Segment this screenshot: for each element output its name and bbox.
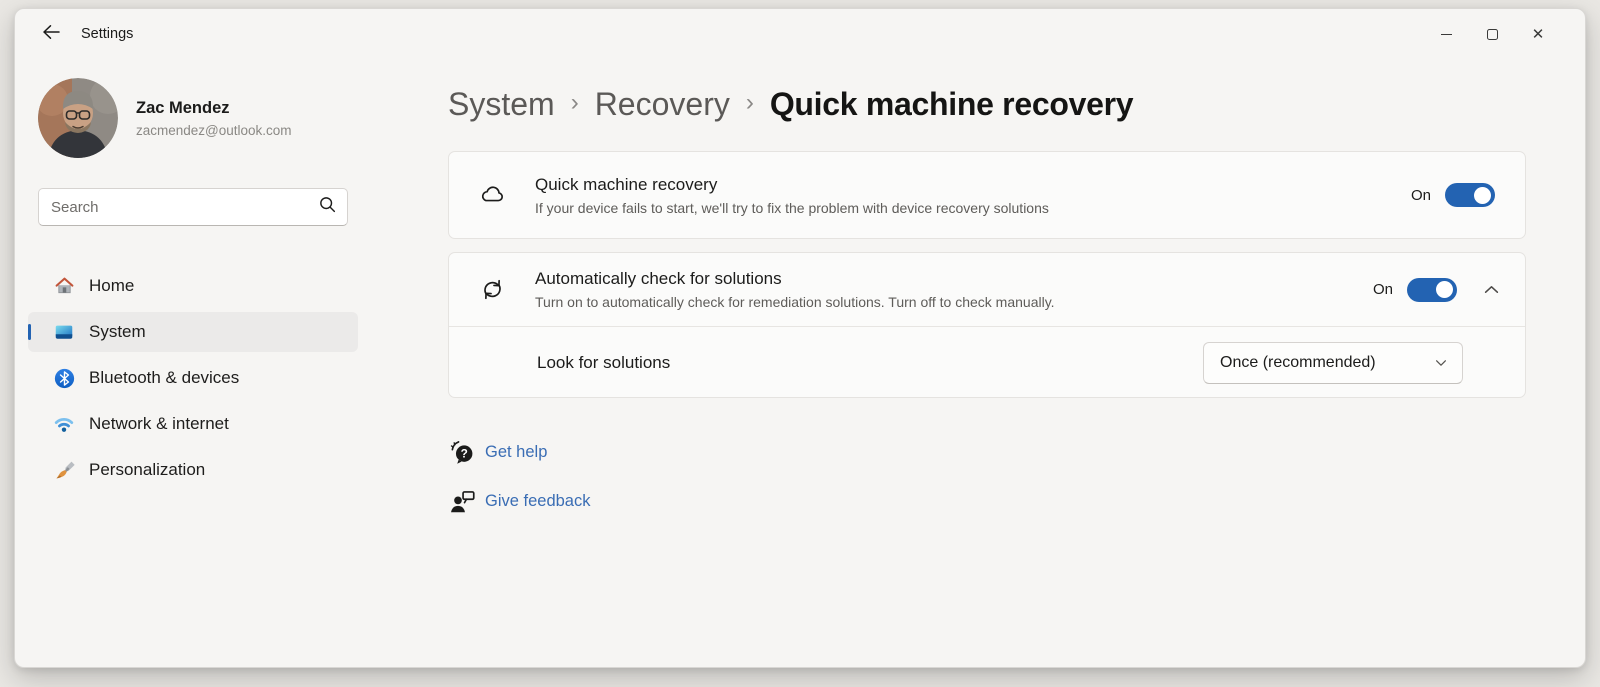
sidebar-item-personalization[interactable]: Personalization (28, 450, 358, 490)
network-icon (53, 413, 75, 435)
minimize-button[interactable] (1423, 9, 1469, 59)
card-texts: Quick machine recovery If your device fa… (535, 175, 1049, 216)
sync-icon (479, 276, 506, 303)
breadcrumb-system[interactable]: System (448, 86, 555, 123)
quick-machine-recovery-card: Quick machine recovery If your device fa… (448, 151, 1526, 239)
give-feedback-link[interactable]: Give feedback (448, 487, 590, 515)
chevron-down-icon (1434, 356, 1448, 370)
sidebar-item-label: System (89, 322, 146, 342)
look-for-solutions-row: Look for solutions Once (recommended) (449, 327, 1525, 398)
bluetooth-icon (53, 367, 75, 389)
toggle-knob (1436, 281, 1453, 298)
user-name: Zac Mendez (136, 99, 292, 118)
close-button[interactable]: ✕ (1515, 9, 1561, 59)
sidebar-item-home[interactable]: Home (28, 266, 358, 306)
toggle-state-label: On (1411, 187, 1431, 204)
user-text: Zac Mendez zacmendez@outlook.com (136, 99, 292, 138)
window-controls: ✕ (1423, 9, 1585, 59)
search-box (38, 188, 348, 226)
quick-machine-recovery-toggle[interactable] (1445, 183, 1495, 207)
breadcrumb: System › Recovery › Quick machine recove… (448, 86, 1133, 123)
user-profile[interactable]: Zac Mendez zacmendez@outlook.com (38, 78, 292, 158)
maximize-button[interactable] (1469, 9, 1515, 59)
sidebar-item-label: Personalization (89, 460, 205, 480)
sidebar-item-bluetooth[interactable]: Bluetooth & devices (28, 358, 358, 398)
back-arrow-icon (42, 24, 61, 45)
chevron-right-icon: › (746, 89, 754, 117)
sidebar-item-label: Bluetooth & devices (89, 368, 239, 388)
svg-text:?: ? (460, 446, 467, 460)
give-feedback-label: Give feedback (485, 492, 590, 511)
avatar (38, 78, 118, 158)
setting-description: Turn on to automatically check for remed… (535, 294, 1055, 310)
sidebar-item-system[interactable]: System (28, 312, 358, 352)
close-icon: ✕ (1532, 27, 1545, 42)
feedback-person-icon (448, 487, 476, 515)
get-help-link[interactable]: ? Get help (448, 438, 547, 466)
settings-window: Settings ✕ (14, 8, 1586, 668)
search-input[interactable] (51, 199, 318, 216)
help-bubble-icon: ? (448, 438, 476, 466)
user-email: zacmendez@outlook.com (136, 123, 292, 138)
sidebar-nav: Home System (28, 266, 358, 496)
chevron-right-icon: › (571, 89, 579, 117)
setting-description: If your device fails to start, we'll try… (535, 200, 1049, 216)
auto-check-expander: Automatically check for solutions Turn o… (448, 252, 1526, 398)
get-help-label: Get help (485, 443, 547, 462)
card-texts: Automatically check for solutions Turn o… (535, 269, 1055, 310)
chevron-up-icon[interactable] (1483, 281, 1500, 298)
personalization-icon (53, 459, 75, 481)
toggle-knob (1474, 187, 1491, 204)
sidebar-item-label: Home (89, 276, 134, 296)
home-icon (53, 275, 75, 297)
setting-title: Automatically check for solutions (535, 269, 1055, 289)
page-title: Quick machine recovery (770, 86, 1133, 123)
auto-check-toggle[interactable] (1407, 278, 1457, 302)
system-icon (53, 321, 75, 343)
back-button[interactable] (31, 17, 71, 51)
look-for-solutions-label: Look for solutions (537, 353, 670, 373)
selected-accent-bar (28, 324, 31, 340)
cloud-icon (479, 182, 506, 209)
maximize-icon (1487, 29, 1498, 40)
minimize-icon (1441, 34, 1452, 35)
sidebar-item-label: Network & internet (89, 414, 229, 434)
titlebar: Settings ✕ (15, 9, 1585, 59)
sidebar-item-network[interactable]: Network & internet (28, 404, 358, 444)
look-for-solutions-dropdown[interactable]: Once (recommended) (1203, 342, 1463, 384)
breadcrumb-recovery[interactable]: Recovery (595, 86, 730, 123)
app-title: Settings (81, 26, 133, 42)
toggle-state-label: On (1373, 281, 1393, 298)
search-icon[interactable] (318, 195, 337, 219)
auto-check-header[interactable]: Automatically check for solutions Turn o… (449, 253, 1525, 326)
dropdown-value: Once (recommended) (1220, 354, 1376, 372)
setting-title: Quick machine recovery (535, 175, 1049, 195)
